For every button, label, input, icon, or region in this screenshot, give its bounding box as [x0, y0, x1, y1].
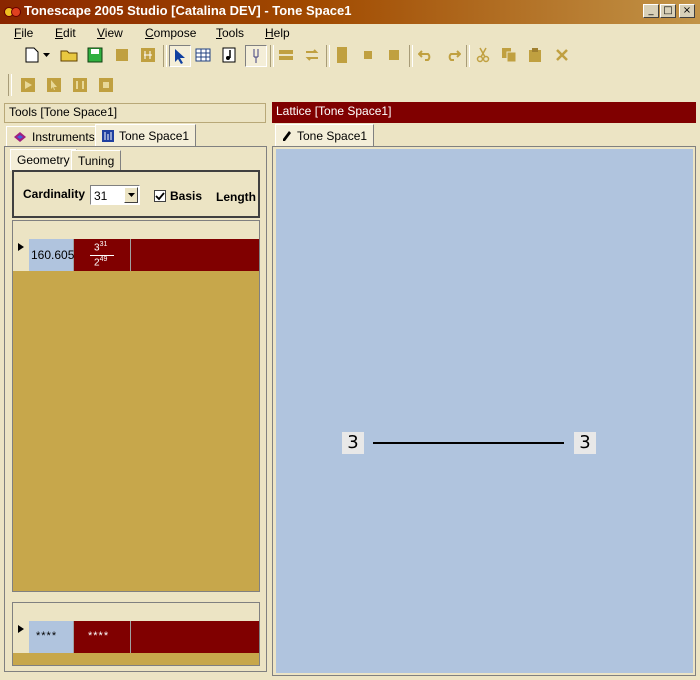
save-icon[interactable] — [85, 45, 105, 65]
column-header-ratio[interactable] — [74, 221, 132, 240]
pause-icon[interactable] — [70, 75, 90, 95]
lattice-edge — [373, 442, 564, 444]
menu-bar: File Edit View Compose Tools Help — [0, 24, 700, 43]
minimize-button[interactable]: _ — [643, 4, 659, 18]
column-header-length[interactable] — [131, 221, 259, 240]
grid-edit-icon[interactable] — [138, 45, 158, 65]
cardinality-value: 31 — [94, 189, 108, 203]
tools-panel-header: Tools [Tone Space1] — [4, 103, 266, 123]
lattice-node[interactable]: 3 — [574, 432, 596, 454]
ratio-cell[interactable]: 331 249 — [74, 239, 131, 271]
title-bar: Tonescape 2005 Studio [Catalina DEV] - T… — [0, 0, 700, 24]
new-row-placeholder: **** — [36, 630, 58, 642]
block-icon[interactable] — [112, 45, 132, 65]
new-row-grid: **** **** — [12, 602, 260, 666]
paste-icon[interactable] — [525, 45, 545, 65]
new-row-placeholder: **** — [88, 630, 110, 642]
loop-icon[interactable] — [302, 45, 322, 65]
subtab-tuning-label: Tuning — [78, 153, 115, 168]
cut-icon[interactable] — [473, 45, 493, 65]
maximize-button[interactable]: □ — [660, 4, 676, 18]
menu-tools[interactable]: Tools — [216, 26, 244, 40]
basis-grid: 160.605 331 249 — [12, 220, 260, 592]
tab-instruments-label: Instruments — [32, 130, 95, 144]
tone-space-icon — [102, 130, 114, 142]
redo-icon[interactable] — [443, 45, 463, 65]
geometry-controls: Cardinality 31 Basis Length — [12, 170, 260, 218]
new-file-icon[interactable] — [22, 45, 42, 65]
main-toolbar — [0, 43, 700, 69]
instruments-icon — [14, 132, 26, 142]
playback-toolbar — [0, 71, 700, 99]
column-header[interactable] — [131, 603, 259, 622]
chevron-down-icon[interactable] — [124, 187, 138, 203]
menu-help[interactable]: Help — [265, 26, 290, 40]
undo-icon[interactable] — [416, 45, 436, 65]
play-selection-icon[interactable] — [44, 75, 64, 95]
tuning-fork-icon[interactable] — [245, 45, 267, 67]
menu-file[interactable]: File — [14, 26, 33, 40]
delete-icon[interactable] — [552, 45, 572, 65]
copy-icon[interactable] — [499, 45, 519, 65]
length-cell[interactable] — [131, 239, 259, 271]
cardinality-label: Cardinality — [23, 187, 86, 201]
column-header[interactable] — [29, 603, 75, 622]
tab-lattice-tone-space-label: Tone Space1 — [297, 129, 368, 143]
grid-corner — [13, 603, 30, 622]
cardinality-select[interactable]: 31 — [90, 185, 140, 205]
current-row-arrow-icon — [18, 625, 24, 633]
lattice-panel-body: 3 3 — [272, 146, 696, 676]
column-header[interactable] — [74, 603, 132, 622]
tab-instruments[interactable]: Instruments — [6, 126, 102, 148]
checkmark-icon — [155, 192, 165, 201]
small-square-icon[interactable] — [358, 45, 378, 65]
row-selector[interactable] — [13, 621, 30, 653]
tools-panel-body: Geometry Tuning Cardinality 31 Basis Len… — [4, 146, 267, 672]
subtab-geometry-label: Geometry — [17, 153, 70, 167]
grid-corner — [13, 221, 30, 240]
window-title: Tonescape 2005 Studio [Catalina DEV] - T… — [24, 3, 352, 18]
column-header-cents[interactable] — [29, 221, 75, 240]
square-icon[interactable] — [384, 45, 404, 65]
menu-edit[interactable]: Edit — [55, 26, 76, 40]
menu-view[interactable]: View — [97, 26, 123, 40]
play-icon[interactable] — [18, 75, 38, 95]
app-logo-icon — [4, 7, 21, 17]
ratio-denominator: 249 — [94, 256, 108, 269]
row-selector[interactable] — [13, 239, 30, 271]
music-note-icon[interactable] — [219, 45, 239, 65]
lattice-panel-header: Lattice [Tone Space1] — [272, 102, 696, 123]
pointer-select-icon[interactable] — [169, 45, 191, 67]
tab-lattice-tone-space[interactable]: Tone Space1 — [275, 124, 375, 148]
pen-icon — [283, 131, 291, 141]
open-folder-icon[interactable] — [59, 45, 79, 65]
bar-icon[interactable] — [332, 45, 352, 65]
new-row-cell[interactable] — [131, 621, 259, 653]
new-row-cell[interactable]: **** — [74, 621, 131, 653]
subtab-tuning[interactable]: Tuning — [71, 150, 122, 171]
length-label: Length — [216, 190, 256, 204]
cents-cell[interactable]: 160.605 — [29, 239, 74, 271]
cents-value: 160.605 — [31, 248, 75, 262]
new-dropdown-chevron-icon[interactable] — [40, 45, 52, 65]
menu-compose[interactable]: Compose — [145, 26, 196, 40]
lattice-node[interactable]: 3 — [342, 432, 364, 454]
new-row-cell[interactable]: **** — [29, 621, 74, 653]
basis-label: Basis — [170, 189, 203, 203]
tab-tone-space-label: Tone Space1 — [119, 129, 190, 143]
table-icon[interactable] — [193, 45, 213, 65]
close-button[interactable]: × — [679, 4, 695, 18]
lattice-canvas[interactable]: 3 3 — [276, 149, 693, 673]
ratio-numerator: 331 — [94, 241, 108, 254]
basis-checkbox[interactable] — [154, 190, 166, 202]
subtab-geometry[interactable]: Geometry — [10, 149, 77, 171]
tab-tone-space[interactable]: Tone Space1 — [95, 124, 197, 148]
align-icon[interactable] — [276, 45, 296, 65]
current-row-arrow-icon — [18, 243, 24, 251]
stop-icon[interactable] — [96, 75, 116, 95]
